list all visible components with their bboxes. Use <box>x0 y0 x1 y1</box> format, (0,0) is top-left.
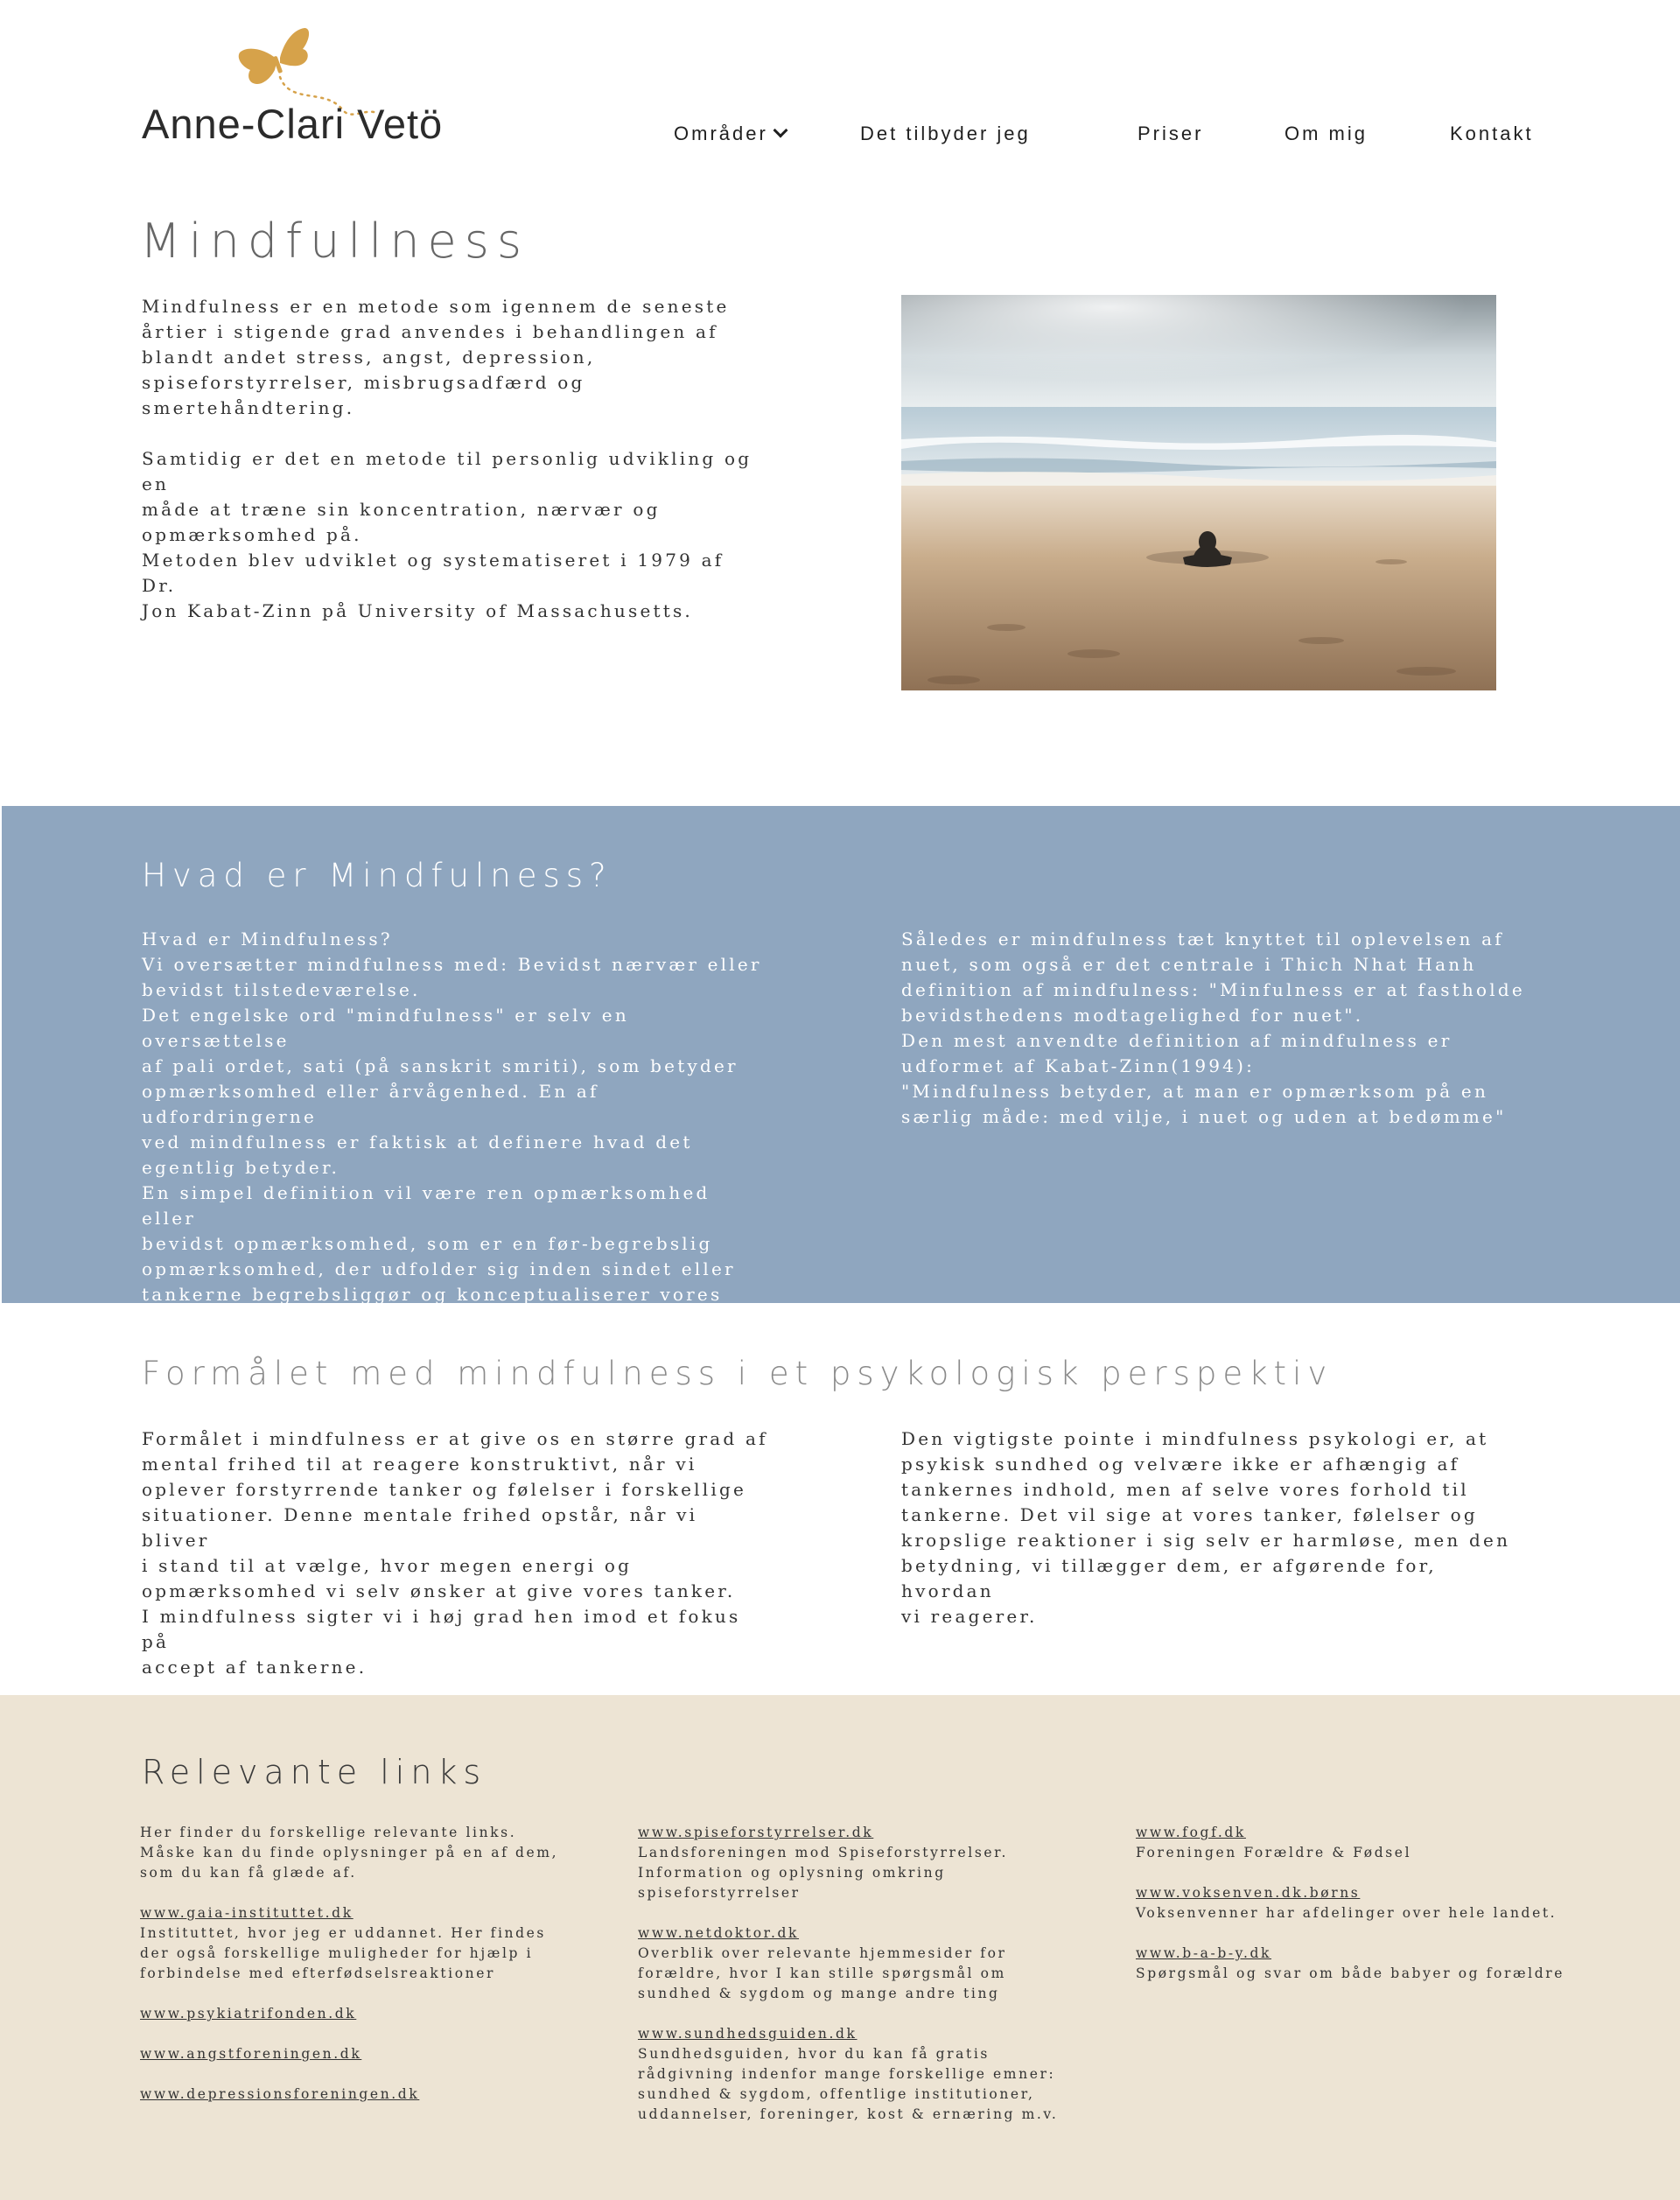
link-description: Landsforeningen mod Spiseforstyrrelser. … <box>638 1845 1009 1901</box>
beach-photo <box>901 295 1496 690</box>
intro-paragraph: Mindfulness er en metode som igennem de … <box>142 296 730 418</box>
link[interactable]: www.b-a-b-y.dk <box>1136 1944 1626 1964</box>
link[interactable]: www.sundhedsguiden.dk <box>638 2024 1093 2044</box>
link-item: www.spiseforstyrrelser.dk Landsforeninge… <box>638 1823 1093 1903</box>
nav-item-omraader[interactable]: Områder <box>674 123 788 145</box>
link[interactable]: www.angstforeningen.dk <box>140 2044 595 2064</box>
page-title: Mindfullness <box>140 214 530 269</box>
links-intro-text: Her finder du forskellige relevante link… <box>140 1825 559 1881</box>
link-item: www.gaia-instituttet.dk Instituttet, hvo… <box>140 1903 595 1984</box>
purpose-text-left: Formålet i mindfulness er at give os en … <box>142 1428 768 1678</box>
link-item: www.b-a-b-y.dk Spørgsmål og svar om både… <box>1136 1944 1626 1984</box>
link-description: Spørgsmål og svar om både babyer og foræ… <box>1136 1965 1565 1981</box>
chevron-down-icon <box>773 123 788 138</box>
link[interactable]: www.psykiatrifonden.dk <box>140 2004 595 2024</box>
link-item: www.netdoktor.dk Overblik over relevante… <box>638 1923 1093 2004</box>
what-is-text-left: Hvad er Mindfulness? Vi oversætter mindf… <box>142 928 762 1330</box>
section-title: Relevante links <box>142 1753 487 1791</box>
link[interactable]: www.gaia-instituttet.dk <box>140 1903 595 1923</box>
links-column: www.spiseforstyrrelser.dk Landsforeninge… <box>638 1823 1093 2145</box>
links-intro: Her finder du forskellige relevante link… <box>140 1823 595 1883</box>
links-column: Her finder du forskellige relevante link… <box>140 1823 595 2125</box>
nav-item-kontakt[interactable]: Kontakt <box>1450 123 1534 145</box>
what-is-text-right: Således er mindfulness tæt knyttet til o… <box>901 928 1525 1127</box>
link-description: Sundhedsguiden, hvor du kan få gratis rå… <box>638 2046 1059 2122</box>
main-nav: Områder Det tilbyder jeg Priser Om mig K… <box>0 123 1680 149</box>
intro-text: Mindfulness er en metode som igennem de … <box>142 294 763 624</box>
link-description: Instituttet, hvor jeg er uddannet. Her f… <box>140 1925 546 1981</box>
section-title: Formålet med mindfulness i et psykologis… <box>142 1355 1334 1392</box>
link[interactable]: www.spiseforstyrrelser.dk <box>638 1823 1093 1843</box>
link-description: Overblik over relevante hjemmesider for … <box>638 1945 1007 2001</box>
link[interactable]: www.depressionsforeningen.dk <box>140 2084 595 2105</box>
link-description: Voksenvenner har afdelinger over hele la… <box>1136 1905 1558 1921</box>
link[interactable]: www.fogf.dk <box>1136 1823 1626 1843</box>
intro-paragraph: Samtidig er det en metode til personlig … <box>142 448 752 621</box>
link-item: www.angstforeningen.dk <box>140 2044 595 2064</box>
link-item: www.psykiatrifonden.dk <box>140 2004 595 2024</box>
links-column: www.fogf.dk Foreningen Forældre & Fødsel… <box>1136 1823 1626 2004</box>
link-description: Foreningen Forældre & Fødsel <box>1136 1845 1412 1860</box>
link[interactable]: www.voksenven.dk.børns <box>1136 1883 1626 1903</box>
link-item: www.depressionsforeningen.dk <box>140 2084 595 2105</box>
link[interactable]: www.netdoktor.dk <box>638 1923 1093 1944</box>
what-is-section: Hvad er Mindfulness? Hvad er Mindfulness… <box>2 806 1680 1330</box>
section-title: Hvad er Mindfulness? <box>142 857 612 894</box>
purpose-text-right: Den vigtigste pointe i mindfulness psyko… <box>901 1428 1511 1627</box>
nav-item-om-mig[interactable]: Om mig <box>1284 123 1368 145</box>
link-item: www.sundhedsguiden.dk Sundhedsguiden, hv… <box>638 2024 1093 2125</box>
link-item: www.fogf.dk Foreningen Forældre & Fødsel <box>1136 1823 1626 1863</box>
nav-item-det-tilbyder-jeg[interactable]: Det tilbyder jeg <box>860 123 1031 145</box>
beach-meditation-image <box>901 295 1496 690</box>
nav-item-priser[interactable]: Priser <box>1138 123 1203 145</box>
nav-item-label: Områder <box>674 123 768 144</box>
link-item: www.voksenven.dk.børns Voksenvenner har … <box>1136 1883 1626 1923</box>
links-section: Relevante links Her finder du forskellig… <box>0 1695 1680 2200</box>
